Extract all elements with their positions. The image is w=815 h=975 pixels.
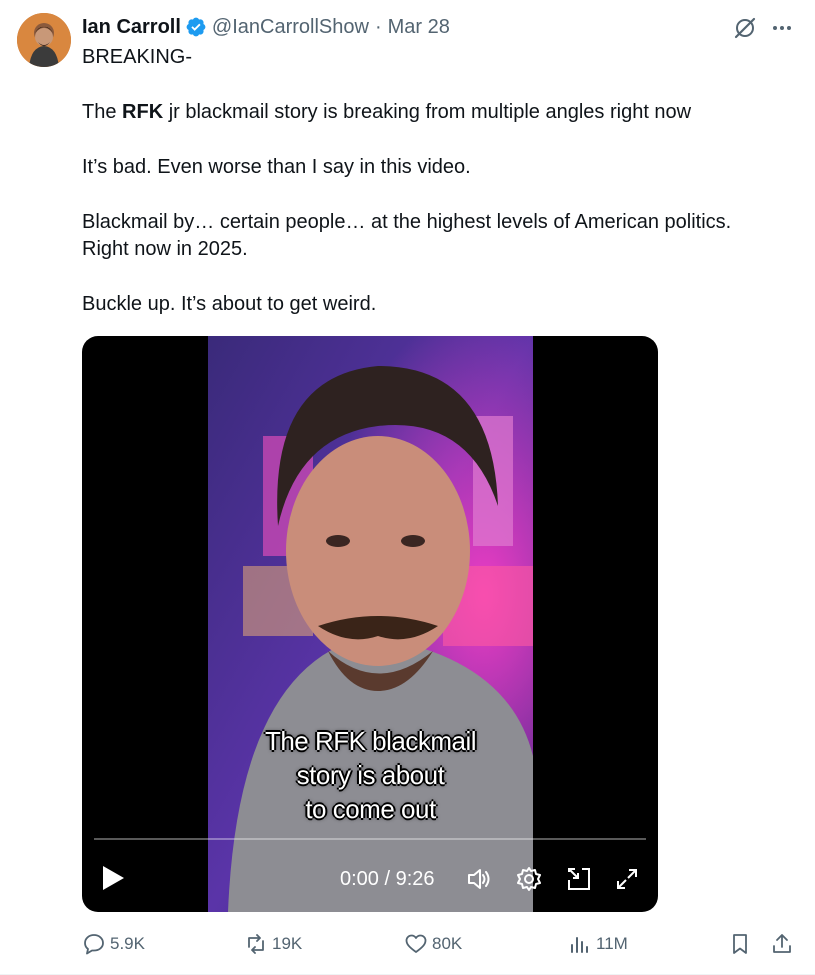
repost-button[interactable]: 19K (244, 930, 302, 958)
tweet-text-bold: RFK (122, 101, 164, 123)
caption-line: story is about (296, 760, 445, 790)
video-player[interactable]: The RFK blackmail story is about to come… (82, 336, 658, 912)
more-icon[interactable] (768, 14, 796, 42)
tweet-actions: 5.9K 19K 80K 11M (82, 930, 798, 958)
like-icon (405, 934, 427, 953)
caption-line: to come out (305, 794, 436, 824)
header-separator: · (374, 15, 382, 38)
settings-icon[interactable] (516, 866, 542, 892)
tweet-header: Ian Carroll @IanCarrollShow · Mar 28 (82, 14, 450, 40)
like-count: 80K (432, 934, 463, 953)
minimize-icon[interactable] (566, 866, 592, 892)
views-count: 11M (596, 934, 628, 953)
play-icon[interactable] (100, 864, 126, 892)
reply-count: 5.9K (110, 934, 145, 953)
views-button[interactable]: 11M (568, 930, 628, 958)
tweet-line: The RFK jr blackmail story is breaking f… (82, 99, 782, 126)
video-progress-bar[interactable] (94, 838, 646, 840)
like-button[interactable]: 80K (404, 930, 462, 958)
repost-count: 19K (272, 934, 303, 953)
share-button[interactable] (770, 930, 798, 958)
tweet-text-segment: Blackmail by… certain people… at the hig… (82, 211, 732, 233)
reply-button[interactable]: 5.9K (82, 930, 145, 958)
author-name[interactable]: Ian Carroll (82, 16, 181, 39)
tweet-line: It’s bad. Even worse than I say in this … (82, 156, 471, 178)
author-handle[interactable]: @IanCarrollShow (212, 16, 369, 39)
views-icon (571, 937, 588, 953)
tweet-date[interactable]: Mar 28 (388, 16, 450, 39)
volume-icon[interactable] (466, 866, 492, 892)
tweet-text-segment: jr blackmail story is breaking from mult… (163, 101, 692, 123)
caption-line: The RFK blackmail (264, 726, 477, 756)
fullscreen-icon[interactable] (614, 866, 640, 892)
bookmark-icon (733, 934, 747, 954)
avatar[interactable] (17, 13, 71, 67)
tweet-text: BREAKING- The RFK jr blackmail story is … (82, 44, 782, 346)
verified-badge-icon[interactable] (185, 16, 207, 38)
tweet-text-segment: The (82, 101, 123, 123)
tweet-line: Blackmail by… certain people… at the hig… (82, 209, 782, 263)
bookmark-button[interactable] (728, 930, 756, 958)
video-time: 0:00 / 9:26 (340, 868, 435, 890)
video-controls: 0:00 / 9:26 (82, 858, 658, 898)
reply-icon (84, 934, 104, 955)
tweet-line: BREAKING- (82, 46, 193, 68)
repost-icon (248, 934, 264, 954)
tweet-line: Buckle up. It’s about to get weird. (82, 293, 377, 315)
tweet-text-segment: Right now in 2025. (82, 238, 248, 260)
grok-icon[interactable] (731, 14, 759, 42)
video-caption: The RFK blackmail story is about to come… (208, 724, 533, 826)
share-icon (773, 934, 791, 953)
